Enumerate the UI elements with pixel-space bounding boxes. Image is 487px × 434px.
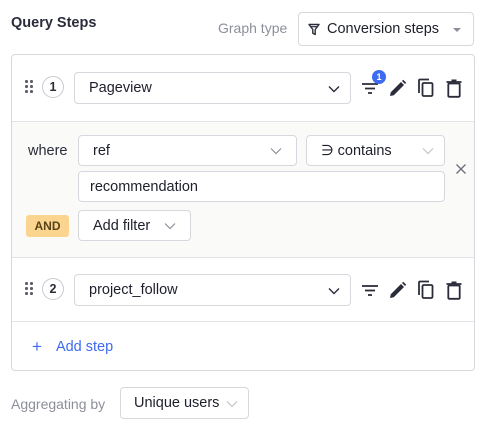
filter-list-icon xyxy=(362,285,378,296)
step-event-select[interactable]: Pageview xyxy=(74,72,351,104)
filter-property-select[interactable]: ref xyxy=(78,135,297,166)
filter-operator-select[interactable]: ∋ contains xyxy=(306,135,445,166)
aggregating-by-value: Unique users xyxy=(134,395,220,411)
step-number: 1 xyxy=(42,76,64,98)
step-event-value: Pageview xyxy=(89,80,152,96)
and-badge: AND xyxy=(26,215,69,237)
add-step-button[interactable]: + Add step xyxy=(32,338,113,355)
filter-count-badge: 1 xyxy=(372,70,386,84)
graph-type-label: Graph type xyxy=(218,20,288,36)
plus-icon: + xyxy=(32,337,42,356)
chevron-down-icon xyxy=(164,223,176,230)
add-step-label: Add step xyxy=(55,338,114,355)
caret-down-icon xyxy=(453,28,461,32)
step-event-value: project_follow xyxy=(89,282,178,298)
query-steps-panel: 1 Pageview 1 where ref ∋ contains recomm… xyxy=(11,54,475,371)
funnel-icon xyxy=(308,23,320,35)
edit-step-button[interactable] xyxy=(386,279,408,301)
copy-icon xyxy=(418,280,434,299)
trash-icon xyxy=(446,281,462,300)
aggregating-by-select[interactable]: Unique users xyxy=(120,387,249,419)
filter-value-text: recommendation xyxy=(90,178,198,195)
chevron-down-icon xyxy=(270,148,282,155)
graph-type-value: Conversion steps xyxy=(327,21,440,37)
filter-operator-value: ∋ contains xyxy=(321,142,392,159)
chevron-down-icon xyxy=(422,148,434,155)
chevron-down-icon xyxy=(328,288,340,295)
aggregating-by-label: Aggregating by xyxy=(11,396,106,412)
filter-property-value: ref xyxy=(93,142,110,159)
step-event-select[interactable]: project_follow xyxy=(74,274,351,306)
copy-icon xyxy=(418,78,434,97)
edit-step-button[interactable] xyxy=(386,77,408,99)
graph-type-select[interactable]: Conversion steps xyxy=(298,12,474,46)
remove-filter-close-icon[interactable] xyxy=(454,162,468,176)
delete-step-button[interactable] xyxy=(443,77,465,99)
divider xyxy=(12,321,474,322)
duplicate-step-button[interactable] xyxy=(415,77,437,99)
step-number: 2 xyxy=(42,278,64,300)
filter-button[interactable]: 1 xyxy=(359,70,386,99)
filter-button[interactable] xyxy=(359,279,381,301)
query-steps-title: Query Steps xyxy=(11,15,97,31)
chevron-down-icon xyxy=(328,86,340,93)
chevron-down-icon xyxy=(226,401,238,408)
pencil-icon xyxy=(389,281,406,298)
delete-step-button[interactable] xyxy=(443,279,465,301)
add-filter-button[interactable]: Add filter xyxy=(78,210,191,241)
where-label: where xyxy=(28,143,68,159)
duplicate-step-button[interactable] xyxy=(415,279,437,301)
filter-value-input[interactable]: recommendation xyxy=(78,171,445,202)
drag-handle-icon[interactable] xyxy=(25,80,33,94)
pencil-icon xyxy=(389,79,406,96)
drag-handle-icon[interactable] xyxy=(25,282,33,296)
add-filter-label: Add filter xyxy=(93,217,151,234)
trash-icon xyxy=(446,79,462,98)
